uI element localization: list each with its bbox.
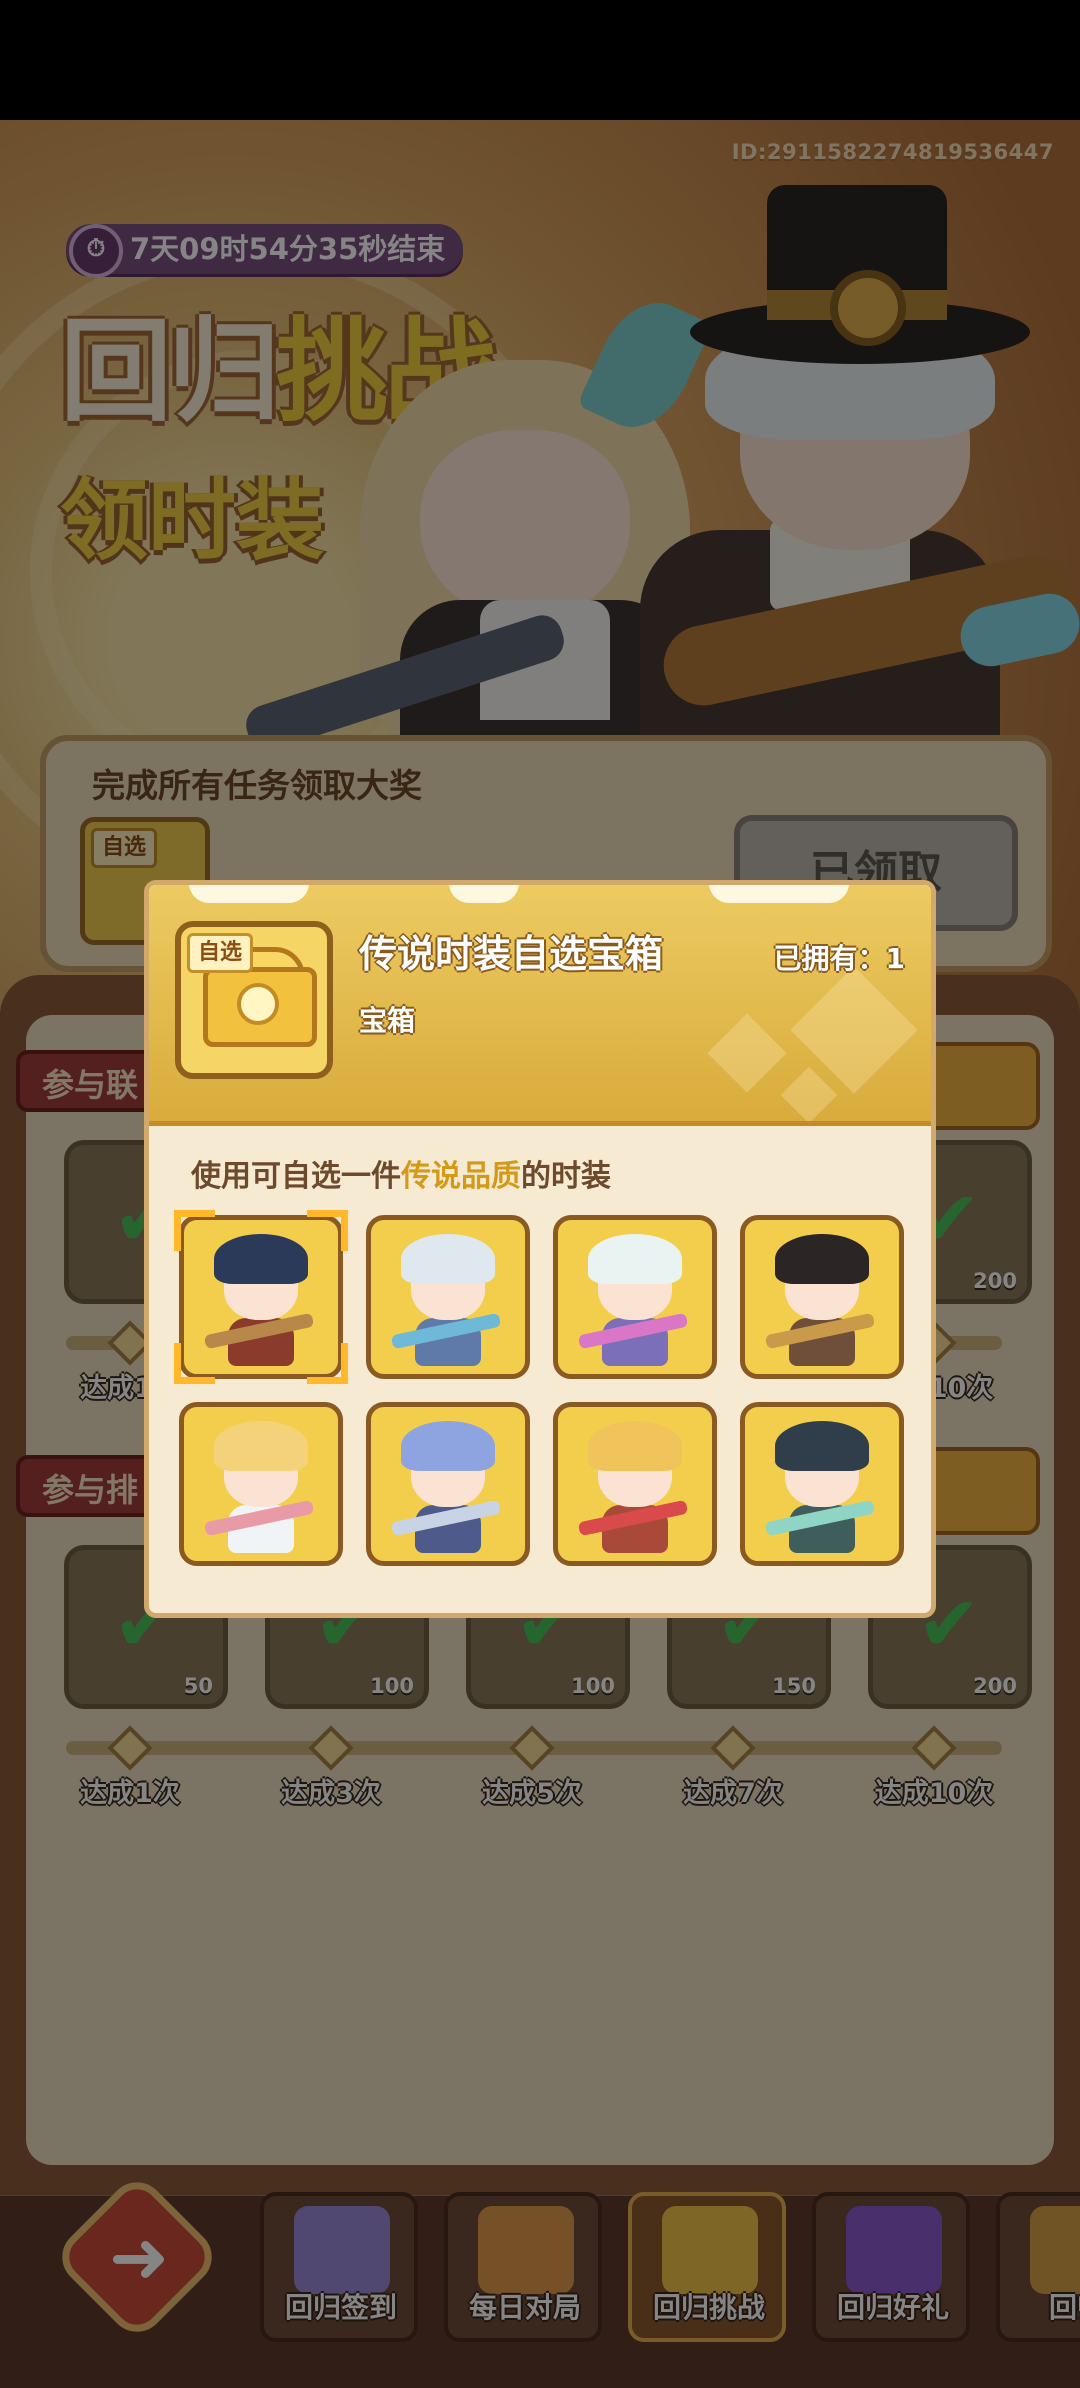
frosting-decoration — [709, 885, 849, 903]
costume-hair — [401, 1234, 495, 1284]
costume-option[interactable] — [740, 1402, 904, 1566]
costume-option[interactable] — [366, 1402, 530, 1566]
desc-highlight: 传说品质 — [401, 1159, 521, 1194]
costume-option[interactable] — [553, 1402, 717, 1566]
item-header: 自选 传说时装自选宝箱 宝箱 已拥有：1 — [149, 885, 931, 1126]
selection-corner — [174, 1210, 215, 1251]
owned-count: 已拥有：1 — [773, 942, 905, 975]
selection-corner — [307, 1210, 348, 1251]
costume-option[interactable] — [179, 1402, 343, 1566]
desc-prefix: 使用可自选一件 — [191, 1159, 401, 1194]
item-type: 宝箱 — [359, 1004, 416, 1037]
costume-grid — [174, 1210, 909, 1585]
desc-suffix: 的时装 — [521, 1159, 611, 1194]
costume-option[interactable] — [366, 1215, 530, 1379]
frosting-decoration — [189, 885, 309, 903]
diamond-decoration — [780, 1066, 838, 1121]
costume-hair — [214, 1421, 308, 1471]
costume-hair — [588, 1421, 682, 1471]
item-name: 传说时装自选宝箱 — [359, 932, 664, 976]
item-description: 使用可自选一件传说品质的时装 — [191, 1151, 611, 1195]
costume-hair — [775, 1234, 869, 1284]
costume-hair — [401, 1421, 495, 1471]
chest-emblem — [237, 983, 279, 1025]
costume-option[interactable] — [174, 1210, 348, 1384]
selection-corner — [307, 1343, 348, 1384]
item-detail-popup: 自选 传说时装自选宝箱 宝箱 已拥有：1 使用可自选一件传说品质的时装 — [144, 880, 936, 1618]
costume-hair — [775, 1421, 869, 1471]
frosting-decoration — [449, 885, 519, 903]
diamond-decoration — [707, 1013, 787, 1093]
costume-hair — [214, 1234, 308, 1284]
game-screen: ID:2911582274819536447 ⏱ 7天09时54分35秒结束 回… — [0, 0, 1080, 2388]
costume-option[interactable] — [740, 1215, 904, 1379]
selection-corner — [174, 1343, 215, 1384]
costume-option[interactable] — [553, 1215, 717, 1379]
costume-hair — [588, 1234, 682, 1284]
selectable-tag: 自选 — [187, 933, 254, 973]
chest-item-icon: 自选 — [175, 921, 333, 1079]
